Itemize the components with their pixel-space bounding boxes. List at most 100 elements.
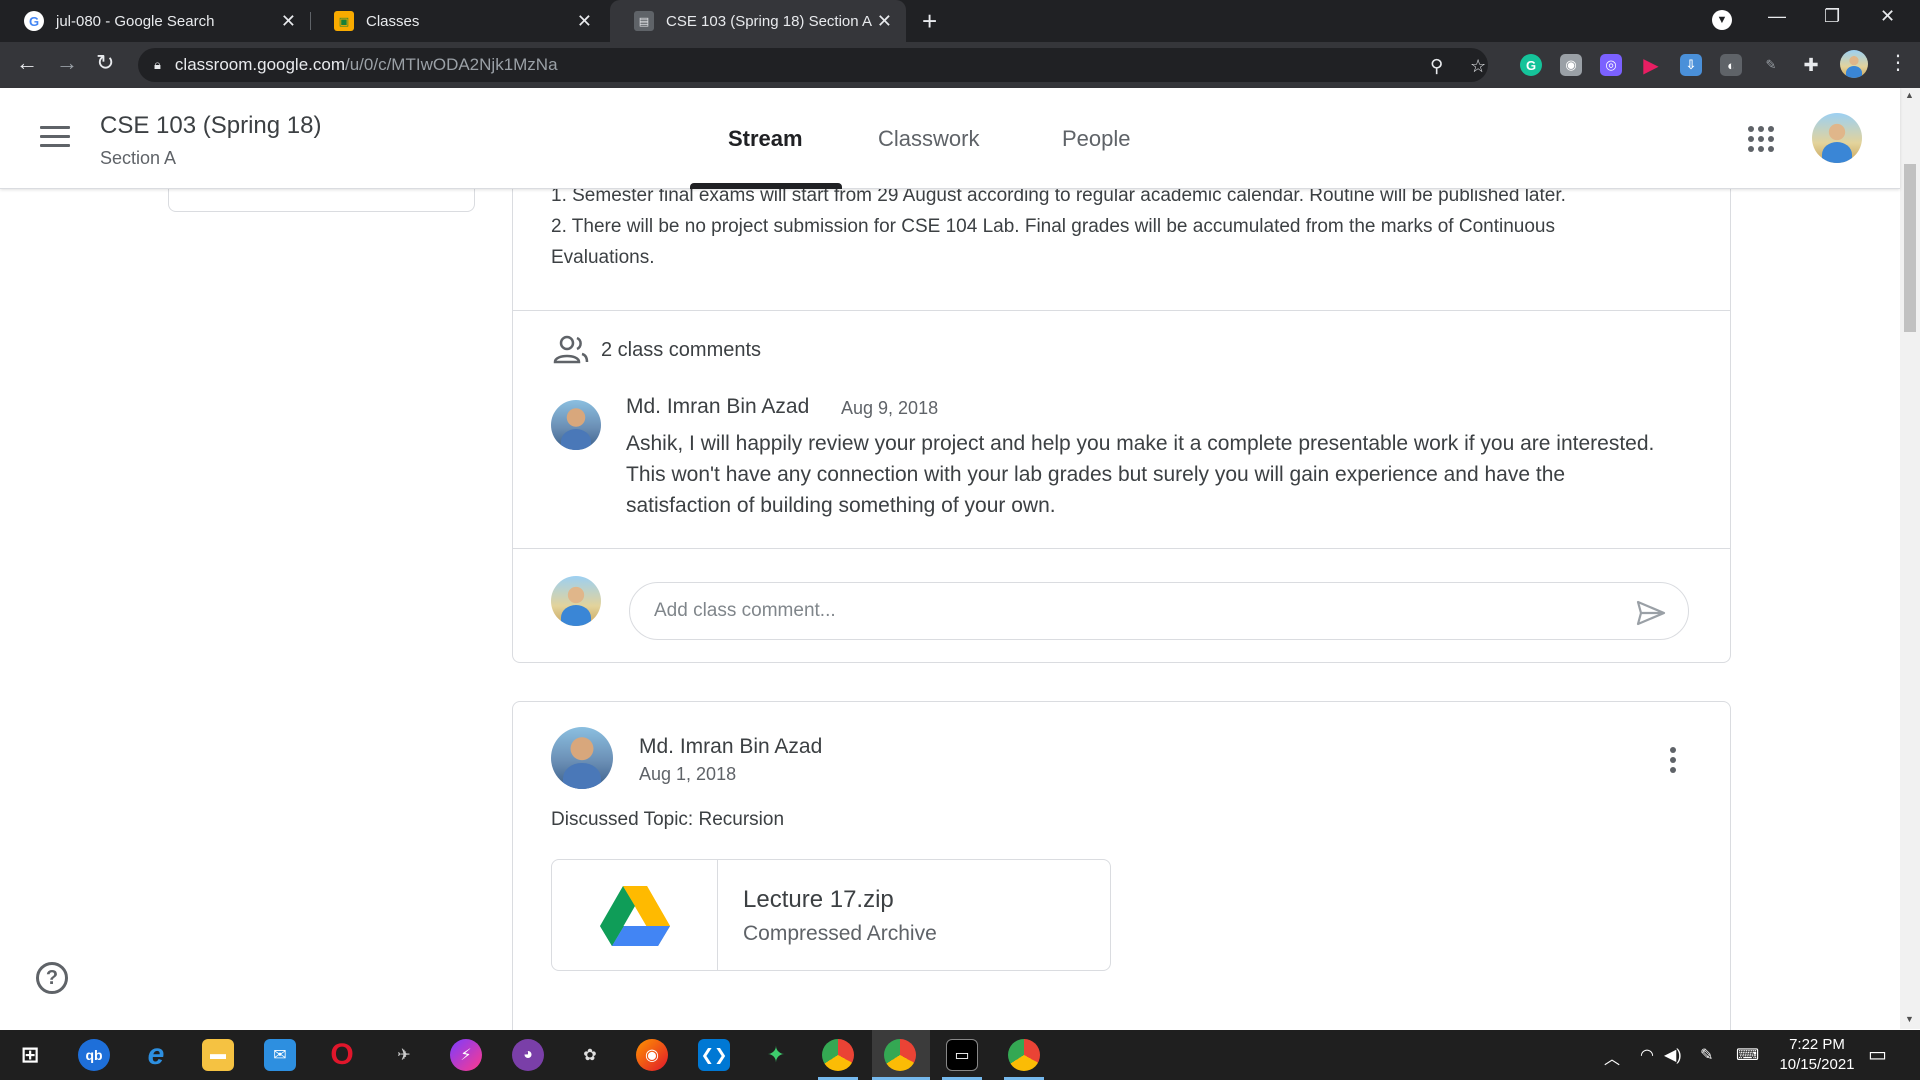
commenter-avatar bbox=[551, 400, 601, 450]
author-avatar bbox=[551, 727, 613, 789]
send-icon[interactable] bbox=[1636, 600, 1666, 626]
tab-title: Classes bbox=[366, 12, 420, 30]
class-comments-toggle[interactable]: 2 class comments bbox=[553, 335, 761, 365]
chrome-icon[interactable] bbox=[1008, 1039, 1040, 1071]
camera-extension-icon[interactable]: ◉ bbox=[1560, 54, 1582, 76]
file-explorer-icon[interactable]: ▬ bbox=[202, 1039, 234, 1071]
clock-time: 7:22 PM bbox=[1789, 1036, 1845, 1053]
new-tab-icon[interactable]: + bbox=[922, 6, 937, 37]
tab-people[interactable]: People bbox=[1062, 126, 1131, 152]
chrome-icon[interactable] bbox=[884, 1039, 916, 1071]
windows-taskbar: ⊞ qb e ▬ ✉ O ✈ ⚡ ◕ ✿ ◉ ❮❯ ✦ ▭ ︿ ◠ ◀) ✎ ⌨… bbox=[0, 1030, 1920, 1080]
tab-title: CSE 103 (Spring 18) Section A bbox=[666, 12, 872, 30]
show-hidden-icons-icon[interactable]: ︿ bbox=[1604, 1045, 1620, 1069]
announcement-card: 1. Semester final exams will start from … bbox=[512, 150, 1731, 663]
github-desktop-icon[interactable]: ◕ bbox=[512, 1039, 544, 1071]
reload-icon[interactable]: ↻ bbox=[96, 50, 114, 76]
pen-extension-icon[interactable]: ✎ bbox=[1760, 54, 1782, 76]
people-icon bbox=[553, 335, 589, 364]
notifications-icon[interactable]: ▭ bbox=[1868, 1042, 1887, 1067]
browser-tab-cse103[interactable]: ▤ CSE 103 (Spring 18) Section A ✕ bbox=[610, 0, 906, 42]
google-apps-icon[interactable] bbox=[1748, 126, 1774, 152]
browser-tab-bar: G jul-080 - Google Search ✕ ▣ Classes ✕ … bbox=[0, 0, 1920, 42]
extension-icon[interactable]: ◐ bbox=[1720, 54, 1742, 76]
extension-icon[interactable]: ◎ bbox=[1600, 54, 1622, 76]
account-avatar[interactable] bbox=[1812, 113, 1862, 163]
browser-tab-google-search[interactable]: G jul-080 - Google Search ✕ bbox=[0, 0, 310, 42]
google-drive-icon bbox=[600, 886, 670, 946]
terminal-icon[interactable]: ▭ bbox=[946, 1039, 978, 1071]
post-date: Aug 1, 2018 bbox=[639, 764, 737, 784]
play-extension-icon[interactable]: ▶ bbox=[1640, 54, 1662, 77]
volume-icon[interactable]: ◀) bbox=[1664, 1045, 1682, 1065]
system-clock[interactable]: 7:22 PM 10/15/2021 bbox=[1772, 1035, 1862, 1075]
address-bar[interactable]: 🔒︎ classroom.google.com/u/0/c/MTIwODA2Nj… bbox=[138, 48, 1488, 82]
back-icon[interactable]: ← bbox=[16, 50, 38, 76]
comment-author: Md. Imran Bin Azad bbox=[626, 395, 810, 418]
main-menu-icon[interactable] bbox=[40, 126, 70, 153]
firefox-icon[interactable]: ◉ bbox=[636, 1039, 668, 1071]
tab-classwork[interactable]: Classwork bbox=[878, 126, 979, 152]
tab-stream[interactable]: Stream bbox=[728, 126, 803, 152]
download-extension-icon[interactable]: ⇩ bbox=[1680, 54, 1702, 76]
google-icon: G bbox=[24, 11, 44, 31]
bookmark-star-icon[interactable]: ☆ bbox=[1470, 56, 1486, 77]
more-options-icon[interactable] bbox=[1670, 747, 1676, 777]
post-card: Md. Imran Bin Azad Aug 1, 2018 Discussed… bbox=[512, 701, 1731, 1041]
close-window-icon[interactable]: ✕ bbox=[1880, 6, 1895, 27]
scrollbar-thumb[interactable] bbox=[1904, 164, 1916, 332]
satellite-app-icon[interactable]: ✈ bbox=[388, 1039, 420, 1071]
classroom-icon: ▤ bbox=[634, 11, 654, 31]
scroll-up-icon[interactable]: ▲ bbox=[1905, 90, 1914, 100]
close-tab-icon[interactable]: ✕ bbox=[577, 11, 592, 32]
restore-icon[interactable]: ❐ bbox=[1824, 6, 1840, 27]
qbittorrent-icon[interactable]: qb bbox=[78, 1039, 110, 1071]
comment-placeholder: Add class comment... bbox=[654, 600, 836, 621]
browser-toolbar: ← → ↻ 🔒︎ classroom.google.com/u/0/c/MTIw… bbox=[0, 42, 1920, 88]
grammarly-extension-icon[interactable]: G bbox=[1520, 54, 1542, 76]
opera-icon[interactable]: O bbox=[326, 1038, 358, 1071]
extensions-puzzle-icon[interactable]: ✚ bbox=[1800, 54, 1822, 76]
chrome-menu-icon[interactable]: ⋮ bbox=[1888, 50, 1908, 75]
close-tab-icon[interactable]: ✕ bbox=[877, 11, 892, 32]
url-host: classroom.google.com bbox=[174, 55, 345, 74]
app-icon[interactable]: ✦ bbox=[760, 1039, 792, 1071]
class-section: Section A bbox=[100, 148, 177, 168]
help-icon[interactable]: ? bbox=[36, 962, 68, 994]
attachment-thumbnail bbox=[552, 860, 718, 970]
zoom-icon[interactable]: ⚲ bbox=[1430, 56, 1443, 77]
minimize-icon[interactable]: — bbox=[1768, 6, 1786, 27]
forward-icon[interactable]: → bbox=[56, 50, 78, 76]
wifi-icon[interactable]: ◠ bbox=[1640, 1045, 1654, 1065]
announcement-text: 1. Semester final exams will start from … bbox=[551, 180, 1711, 273]
page-scrollbar[interactable]: ▲ ▼ bbox=[1900, 88, 1920, 1029]
class-title[interactable]: CSE 103 (Spring 18) bbox=[100, 112, 321, 140]
messenger-icon[interactable]: ⚡ bbox=[450, 1039, 482, 1071]
comment-text: Ashik, I will happily review your projec… bbox=[626, 432, 1655, 517]
add-comment-row: Add class comment... bbox=[513, 548, 1730, 662]
mail-icon[interactable]: ✉ bbox=[264, 1039, 296, 1071]
post-text: Discussed Topic: Recursion bbox=[551, 809, 785, 830]
windows-start-icon[interactable]: ⊞ bbox=[14, 1039, 46, 1071]
keyboard-icon[interactable]: ⌨ bbox=[1736, 1045, 1759, 1065]
scroll-down-icon[interactable]: ▼ bbox=[1905, 1014, 1914, 1024]
tab-title: jul-080 - Google Search bbox=[56, 12, 215, 30]
close-tab-icon[interactable]: ✕ bbox=[281, 11, 296, 32]
tab-search-icon[interactable]: ▼ bbox=[1712, 10, 1732, 30]
post-author[interactable]: Md. Imran Bin Azad bbox=[639, 735, 822, 759]
edge-icon[interactable]: e bbox=[140, 1038, 172, 1071]
announcement-line-2: 2. There will be no project submission f… bbox=[551, 216, 1555, 237]
attachment-card[interactable]: Lecture 17.zip Compressed Archive bbox=[551, 859, 1111, 971]
attachment-title: Lecture 17.zip bbox=[743, 886, 894, 913]
announcement-line-3: Evaluations. bbox=[551, 247, 655, 268]
pen-icon[interactable]: ✎ bbox=[1700, 1045, 1713, 1065]
paint-app-icon[interactable]: ✿ bbox=[574, 1039, 606, 1071]
url-path: /u/0/c/MTIwODA2Njk1MzNa bbox=[345, 55, 558, 74]
browser-tab-classes[interactable]: ▣ Classes ✕ bbox=[310, 0, 606, 42]
class-comment-input[interactable]: Add class comment... bbox=[629, 582, 1689, 640]
chrome-icon[interactable] bbox=[822, 1039, 854, 1071]
profile-avatar[interactable] bbox=[1840, 50, 1868, 78]
vscode-icon[interactable]: ❮❯ bbox=[698, 1039, 730, 1071]
comments-count: 2 class comments bbox=[601, 338, 762, 361]
classroom-header: CSE 103 (Spring 18) Section A Stream Cla… bbox=[0, 88, 1900, 189]
